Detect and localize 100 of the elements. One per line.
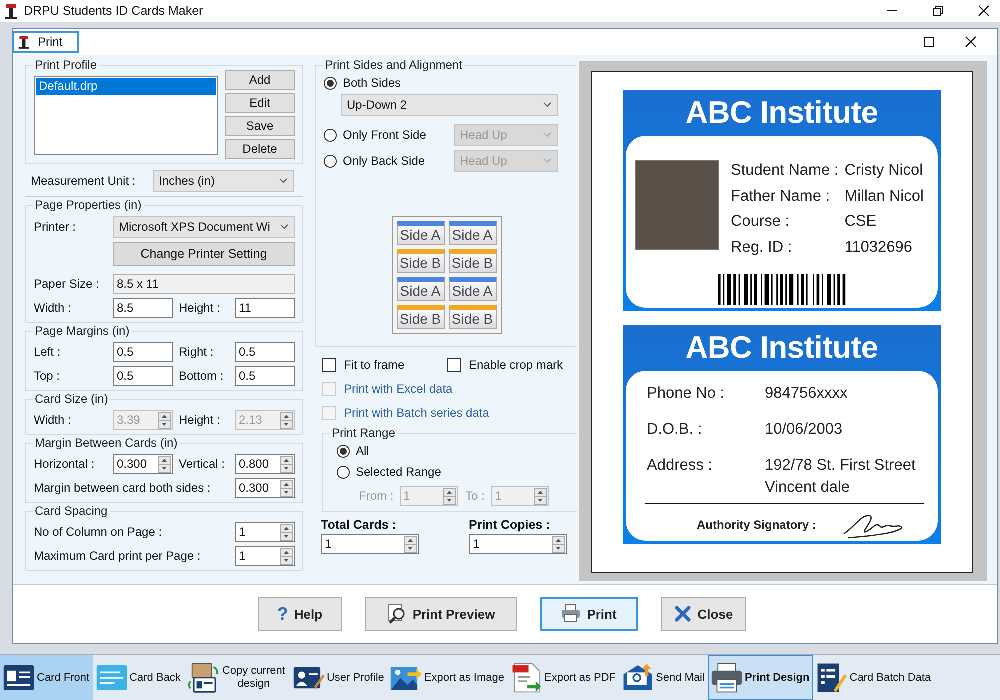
printer-dropdown[interactable]: Microsoft XPS Document Wi <box>113 216 295 238</box>
radio-label: Both Sides <box>343 76 402 90</box>
side-tile: Side A <box>448 277 496 301</box>
field-label: Maximum Card print per Page : <box>34 549 202 563</box>
field-label: Father Name : <box>731 186 832 206</box>
number-field[interactable]: 1 <box>321 534 419 554</box>
field-label: Left : <box>34 345 62 359</box>
taskbar-button[interactable]: Export as PDF <box>508 655 620 700</box>
taskbar-button[interactable]: Card Back <box>92 655 184 700</box>
help-icon: ? <box>277 604 288 624</box>
window-title: DRPU Students ID Cards Maker <box>24 4 204 18</box>
taskbar-button[interactable]: Export as Image <box>387 655 508 700</box>
spinner-icon <box>534 488 548 504</box>
side-tile: Side B <box>396 305 444 329</box>
number-field[interactable]: 1 <box>235 546 295 566</box>
dialog-button[interactable]: ? Help <box>258 597 342 631</box>
spinner-icon <box>280 456 293 472</box>
taskbar-button[interactable]: Card Front <box>0 655 93 700</box>
spinner-icon <box>404 536 417 552</box>
field-label: Reg. ID : <box>731 238 794 258</box>
number-field[interactable]: 1 <box>469 534 567 554</box>
input-field[interactable]: 8.5 <box>113 298 173 318</box>
layout-dropdown[interactable]: Up-Down 2 <box>341 94 558 116</box>
input-field[interactable]: 11 <box>235 298 295 318</box>
input-field[interactable]: 0.5 <box>235 366 295 386</box>
spinner-icon <box>552 536 565 552</box>
checkbox[interactable] <box>447 358 461 372</box>
close-icon <box>965 36 977 48</box>
dialog-title: Print <box>38 35 63 49</box>
maximize-icon <box>932 5 944 17</box>
radio-button[interactable] <box>324 154 337 168</box>
input-field[interactable]: 0.5 <box>113 342 173 362</box>
field-label: To : <box>466 489 486 503</box>
field-value: 984756xxxx <box>765 384 849 404</box>
pdf-file-icon <box>510 662 542 694</box>
field-label: From : <box>359 489 394 503</box>
number-field[interactable]: 0.300 <box>235 478 295 498</box>
printer-icon <box>710 662 743 694</box>
field-label: Paper Size : <box>34 277 100 291</box>
dialog-button[interactable]: Print <box>540 597 638 631</box>
maximize-icon <box>923 36 935 48</box>
field-label: Height : <box>178 413 222 427</box>
radio-label: All <box>356 444 370 458</box>
paper-size-field: 8.5 x 11 <box>113 274 295 294</box>
dialog-button[interactable]: Print Preview <box>365 597 517 631</box>
field-value: Cristy Nicol <box>844 161 924 181</box>
profile-list[interactable]: Default.drp <box>34 76 218 155</box>
checkbox-label: Fit to frame <box>344 358 405 372</box>
profile-button[interactable]: Add <box>225 70 295 90</box>
side-tile: Side A <box>396 221 444 245</box>
group-title: Print Range <box>330 426 398 441</box>
app-logo-icon <box>4 2 18 20</box>
profile-button[interactable]: Delete <box>225 139 295 159</box>
input-field[interactable]: 0.5 <box>235 342 295 362</box>
group-title: Card Size (in) <box>33 392 110 407</box>
taskbar-button[interactable]: Copy current design <box>184 655 290 700</box>
taskbar-button[interactable]: User Profile <box>290 655 388 700</box>
field-label: Horizontal : <box>34 457 96 471</box>
number-field[interactable]: 0.300 <box>113 454 173 474</box>
spinner-icon <box>280 524 293 540</box>
profile-button[interactable]: Save <box>225 116 295 136</box>
chevron-icon <box>280 224 289 230</box>
chevron-icon <box>543 158 552 164</box>
field-value: 10/06/2003 <box>765 420 844 440</box>
spinner-icon <box>158 456 171 472</box>
group-title: Card Spacing <box>33 504 110 519</box>
spinner-icon <box>280 412 293 428</box>
spinner-icon <box>158 412 171 428</box>
field-label: Bottom : <box>178 369 225 383</box>
side-tile: Side A <box>396 277 444 301</box>
dialog-button[interactable]: Close <box>661 597 746 631</box>
checkbox[interactable] <box>322 358 336 372</box>
radio-button[interactable] <box>324 76 337 90</box>
unit-dropdown[interactable]: Inches (in) <box>153 170 294 192</box>
magnifier-icon <box>386 604 407 624</box>
number-field[interactable]: 1 <box>235 522 295 542</box>
field-label: Right : <box>178 345 215 359</box>
taskbar-button[interactable]: Print Design <box>708 655 813 700</box>
spinner-icon <box>280 480 293 496</box>
spinner-icon <box>280 548 293 564</box>
card-title: ABC Institute <box>684 329 880 367</box>
field-label: Student Name : <box>731 161 839 181</box>
field-label: Total Cards : <box>321 518 398 532</box>
group-title: Print Sides and Alignment <box>323 58 464 73</box>
spinner-icon <box>442 488 456 504</box>
taskbar-button[interactable]: Card Batch Data <box>812 655 934 700</box>
card-title: ABC Institute <box>684 94 880 132</box>
number-field[interactable]: 0.800 <box>235 454 295 474</box>
group-title: Margin Between Cards (in) <box>33 436 180 451</box>
field-label: Printer : <box>34 220 78 234</box>
radio-button[interactable] <box>324 128 337 142</box>
input-field[interactable]: 0.5 <box>113 366 173 386</box>
list-item[interactable]: Default.drp <box>36 78 216 95</box>
field-value: Millan Nicol <box>844 186 924 206</box>
profile-button[interactable]: Edit <box>225 93 295 113</box>
change-printer-button[interactable]: Change Printer Setting <box>113 242 295 266</box>
field-value: CSE <box>844 212 878 232</box>
taskbar-button[interactable]: Send Mail <box>619 655 708 700</box>
field-label: Width : <box>34 413 72 427</box>
side-tile: Side A <box>448 221 496 245</box>
